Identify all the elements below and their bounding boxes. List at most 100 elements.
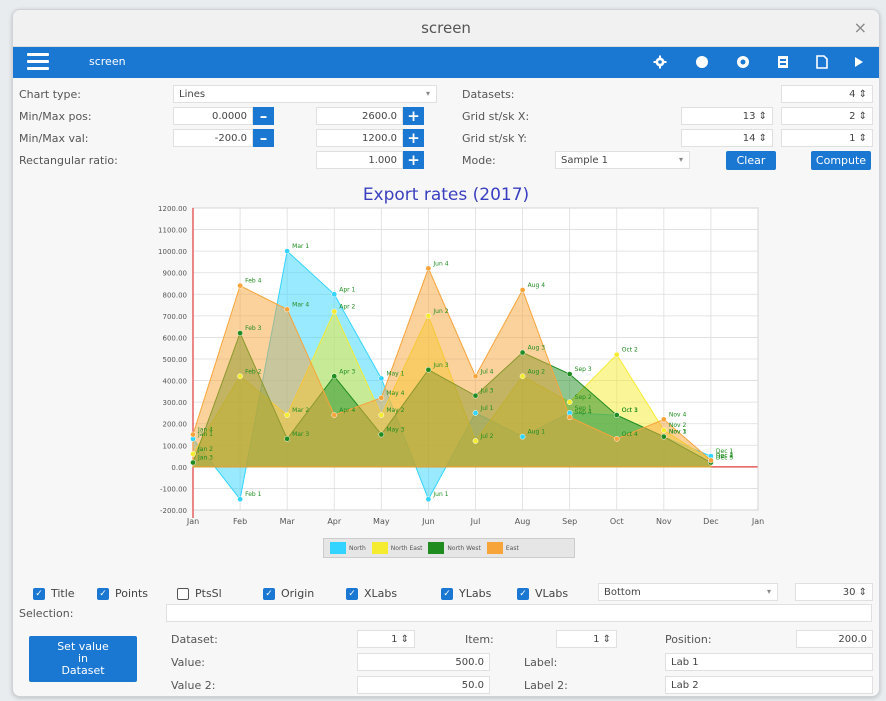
data-point	[425, 366, 432, 373]
data-label: Mar 3	[292, 431, 309, 438]
y-tick-label: 700.00	[163, 313, 188, 321]
item-label: Item:	[465, 633, 494, 646]
grid-y-sk-spinner[interactable]: 1 ⇕	[781, 129, 873, 147]
data-label: Dec 4	[716, 452, 734, 459]
ptsel-checkbox-label: PtsSl	[195, 587, 222, 600]
min-val-input[interactable]: -200.0	[173, 129, 253, 147]
data-label: Apr 3	[339, 368, 355, 375]
clear-button[interactable]: Clear	[726, 151, 776, 170]
close-icon[interactable]: ×	[854, 18, 867, 37]
app-window: screen × screen Chart type: Lines ▾ Data…	[12, 9, 880, 697]
origin-checkbox-label: Origin	[281, 587, 315, 600]
toolbar-title: screen	[89, 55, 126, 68]
origin-checkbox[interactable]: ✓ Origin	[263, 587, 314, 600]
data-point	[472, 410, 479, 416]
position-input[interactable]: 200.0	[796, 630, 873, 648]
checkbox-mark: ✓	[517, 587, 529, 600]
vlabs-checkbox[interactable]: ✓ VLabs	[517, 587, 568, 600]
chart-legend: North North East North West East	[323, 538, 575, 558]
data-label: Jan 2	[197, 446, 213, 453]
data-label: Apr 1	[339, 286, 355, 293]
mode-value: Sample 1	[561, 155, 609, 166]
data-label: Jan 3	[197, 455, 213, 462]
min-pos-input[interactable]: 0.0000	[173, 107, 253, 125]
max-pos-input[interactable]: 2600.0	[316, 107, 403, 125]
decrease-pos-button[interactable]: –	[253, 107, 274, 125]
increase-pos-button[interactable]: +	[403, 107, 424, 125]
selection-field[interactable]	[166, 604, 872, 622]
dataset-spinner[interactable]: 1 ⇕	[357, 630, 415, 648]
y-tick-label: 0.00	[171, 464, 187, 472]
value-input[interactable]: 500.0	[357, 653, 490, 671]
legend-swatch	[371, 542, 388, 554]
compute-button[interactable]: Compute	[811, 151, 871, 170]
checkbox-mark: ✓	[97, 587, 109, 600]
toolbar: screen	[13, 47, 879, 78]
data-label: Jun 3	[432, 362, 448, 369]
data-point	[613, 412, 620, 418]
value2-input[interactable]: 50.0	[357, 676, 490, 694]
datasets-spinner[interactable]: 4 ⇕	[781, 85, 873, 103]
play-icon[interactable]	[849, 52, 869, 72]
ylabs-checkbox[interactable]: ✓ YLabs	[441, 587, 491, 600]
data-point	[237, 282, 243, 289]
y-tick-label: 1200.00	[158, 205, 187, 213]
data-point	[190, 451, 196, 457]
x-tick-label: Jan	[186, 517, 199, 526]
grid-x-sk-spinner[interactable]: 2 ⇕	[781, 107, 873, 125]
chart-type-select[interactable]: Lines ▾	[173, 85, 437, 103]
label-count-spinner[interactable]: 30 ⇕	[795, 583, 873, 601]
chevron-down-icon: ▾	[766, 587, 771, 596]
data-point	[660, 433, 667, 440]
data-point	[190, 431, 196, 438]
data-label: May 4	[386, 390, 404, 397]
data-label: Oct 4	[622, 431, 638, 438]
data-label: Apr 2	[339, 304, 355, 311]
increase-val-button[interactable]: +	[403, 129, 424, 147]
hamburger-menu-icon[interactable]	[27, 53, 49, 71]
y-tick-label: 200.00	[163, 421, 188, 429]
new-file-icon[interactable]	[812, 52, 832, 72]
label-input[interactable]: Lab 1	[665, 653, 873, 671]
points-checkbox[interactable]: ✓ Points	[97, 587, 148, 600]
save-file-icon[interactable]	[773, 52, 793, 72]
set-value-button[interactable]: Set value in Dataset	[29, 636, 137, 682]
x-tick-label: Jan	[751, 517, 764, 526]
circle-icon[interactable]	[692, 52, 712, 72]
item-spinner[interactable]: 1 ⇕	[556, 630, 617, 648]
gear-icon[interactable]	[650, 52, 670, 72]
grid-x-sk-value: 2	[849, 111, 856, 122]
label2-label: Label 2:	[524, 679, 568, 692]
chevron-down-icon: ▾	[425, 89, 430, 98]
data-point	[378, 431, 385, 438]
mode-select[interactable]: Sample 1 ▾	[555, 151, 690, 169]
max-val-input[interactable]: 1200.0	[316, 129, 403, 147]
grid-y-sk-value: 1	[849, 133, 856, 144]
title-checkbox[interactable]: ✓ Title	[33, 587, 75, 600]
data-label: Sep 4	[575, 409, 592, 416]
y-tick-label: -200.00	[160, 507, 187, 515]
value2-label: Value 2:	[171, 679, 216, 692]
rect-ratio-label: Rectangular ratio:	[19, 154, 118, 167]
label-position-value: Bottom	[604, 587, 641, 598]
xlabs-checkbox[interactable]: ✓ XLabs	[346, 587, 397, 600]
legend-label: North East	[390, 544, 423, 552]
ptsel-checkbox[interactable]: PtsSl	[177, 587, 222, 600]
label2-input[interactable]: Lab 2	[665, 676, 873, 694]
data-point	[378, 412, 385, 418]
rect-ratio-input[interactable]: 1.000	[316, 151, 403, 169]
grid-y-st-spinner[interactable]: 14 ⇕	[681, 129, 773, 147]
data-point	[708, 457, 714, 464]
increase-ratio-button[interactable]: +	[403, 151, 424, 169]
grid-x-st-spinner[interactable]: 13 ⇕	[681, 107, 773, 125]
data-label: May 3	[386, 427, 404, 434]
y-tick-label: 100.00	[163, 442, 188, 450]
grid-y-st-value: 14	[742, 133, 756, 144]
globe-icon[interactable]	[733, 52, 753, 72]
label-position-select[interactable]: Bottom ▾	[598, 583, 778, 601]
data-label: Feb 3	[245, 325, 262, 332]
x-tick-label: Sep	[562, 517, 577, 526]
data-label: Jun 4	[432, 260, 448, 267]
data-label: May 1	[386, 370, 404, 377]
decrease-val-button[interactable]: –	[253, 129, 274, 147]
